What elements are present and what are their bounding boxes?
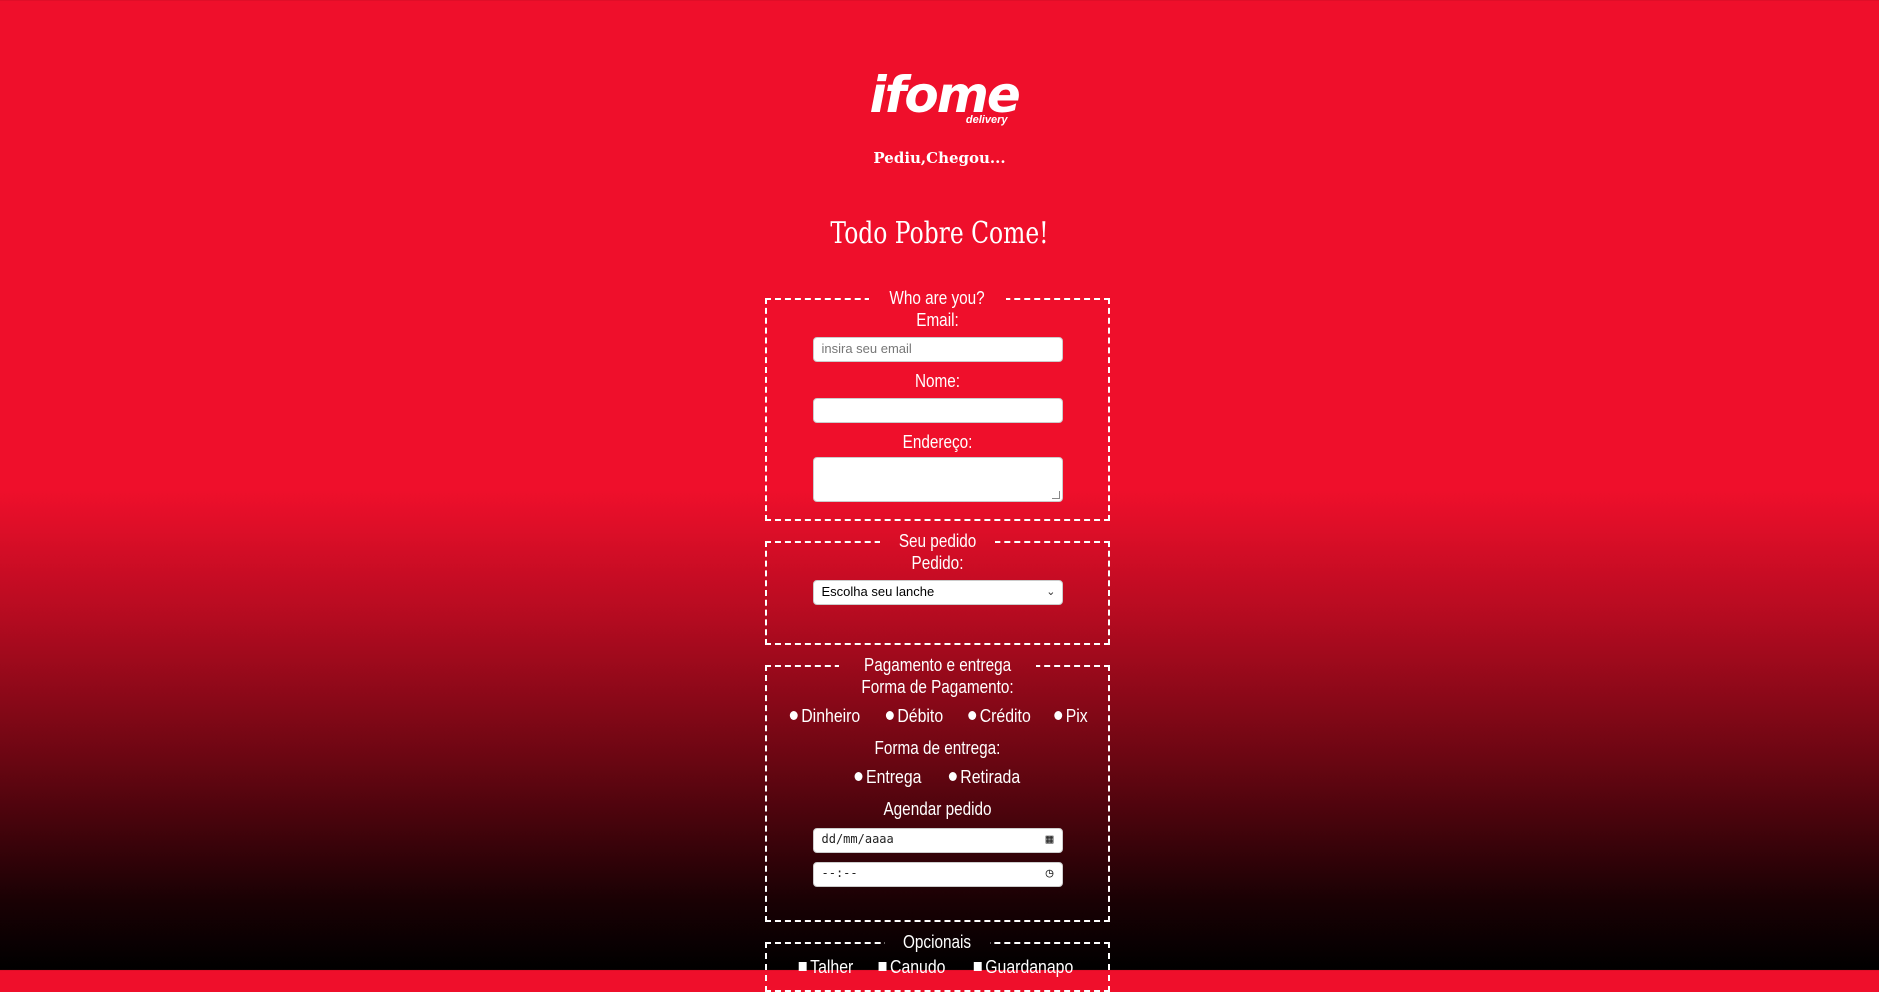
radio-debito[interactable]: Débito	[885, 706, 944, 727]
chevron-down-icon: ⌄	[1046, 586, 1056, 598]
address-field[interactable]	[812, 457, 1063, 502]
payment-fieldset: Pagamento e entrega Forma de Pagamento: …	[765, 655, 1110, 922]
logo-text: ifome	[869, 66, 1021, 124]
radio-dot[interactable]	[855, 772, 863, 781]
radio-label: Pix	[1065, 706, 1088, 726]
clock-icon[interactable]: ◷	[1046, 866, 1054, 881]
optionals-legend: Opcionais	[903, 932, 972, 952]
order-legend: Seu pedido	[898, 531, 977, 551]
schedule-label: Agendar pedido	[883, 799, 992, 819]
optionals-fieldset: Opcionais Talher Canudo Guardanapo	[765, 932, 1110, 992]
radio-entrega[interactable]: Entrega	[855, 767, 922, 788]
email-field[interactable]: insira seu email	[812, 337, 1063, 362]
email-label: Email:	[916, 310, 959, 330]
slogan: Pediu,Chegou...	[873, 149, 1006, 167]
checkbox-guardanapo[interactable]: Guardanapo	[973, 957, 1074, 978]
delivery-label: Forma de entrega:	[874, 738, 1001, 758]
radio-retirada[interactable]: Retirada	[948, 767, 1020, 788]
time-placeholder: --:--	[821, 866, 858, 880]
checkbox-label: Canudo	[889, 957, 946, 977]
payment-legend: Pagamento e entrega	[863, 655, 1012, 675]
header: ifome delivery Pediu,Chegou...	[0, 70, 1879, 167]
name-label: Nome:	[914, 371, 961, 391]
ifome-logo: ifome delivery	[870, 70, 1021, 130]
checkbox-label: Talher	[810, 957, 854, 977]
radio-credito[interactable]: Crédito	[968, 706, 1031, 727]
radio-dinheiro[interactable]: Dinheiro	[789, 706, 861, 727]
radio-label: Crédito	[979, 706, 1031, 726]
time-input[interactable]: --:-- ◷	[812, 862, 1063, 887]
radio-label: Retirada	[959, 767, 1020, 787]
address-label: Endereço:	[902, 432, 973, 452]
date-input[interactable]: dd/mm/aaaa ▦	[812, 828, 1063, 853]
who-legend: Who are you?	[889, 288, 986, 308]
payment-method-label: Forma de Pagamento:	[861, 677, 1014, 697]
delivery-group: Entrega Retirada	[767, 767, 1108, 788]
optionals-group: Talher Canudo Guardanapo	[767, 957, 1108, 978]
order-select-value: Escolha seu lanche	[821, 584, 935, 599]
checkbox-label: Guardanapo	[985, 957, 1074, 977]
radio-dot[interactable]	[789, 711, 798, 720]
radio-label: Entrega	[866, 767, 922, 787]
radio-dot[interactable]	[885, 711, 894, 720]
order-label: Pedido:	[911, 553, 964, 573]
radio-dot[interactable]	[948, 772, 957, 781]
radio-label: Débito	[897, 706, 944, 726]
logo-subtext: delivery	[965, 114, 1008, 126]
radio-dot[interactable]	[968, 711, 977, 720]
payment-method-group: Dinheiro Débito Crédito Pix	[767, 706, 1108, 727]
date-placeholder: dd/mm/aaaa	[821, 832, 894, 846]
calendar-icon[interactable]: ▦	[1046, 832, 1054, 847]
who-fieldset: Who are you? Email: insira seu email Nom…	[765, 288, 1110, 521]
page-title: Todo Pobre Come!	[830, 216, 1049, 251]
checkbox-talher[interactable]: Talher	[798, 957, 854, 978]
checkbox-canudo[interactable]: Canudo	[878, 957, 946, 978]
radio-dot[interactable]	[1054, 711, 1063, 720]
order-select[interactable]: Escolha seu lanche ⌄	[812, 580, 1063, 605]
resize-handle[interactable]	[1051, 491, 1060, 499]
name-field[interactable]	[812, 398, 1063, 423]
order-fieldset: Seu pedido Pedido: Escolha seu lanche ⌄	[765, 531, 1110, 645]
radio-pix[interactable]: Pix	[1054, 706, 1088, 727]
radio-label: Dinheiro	[801, 706, 861, 726]
